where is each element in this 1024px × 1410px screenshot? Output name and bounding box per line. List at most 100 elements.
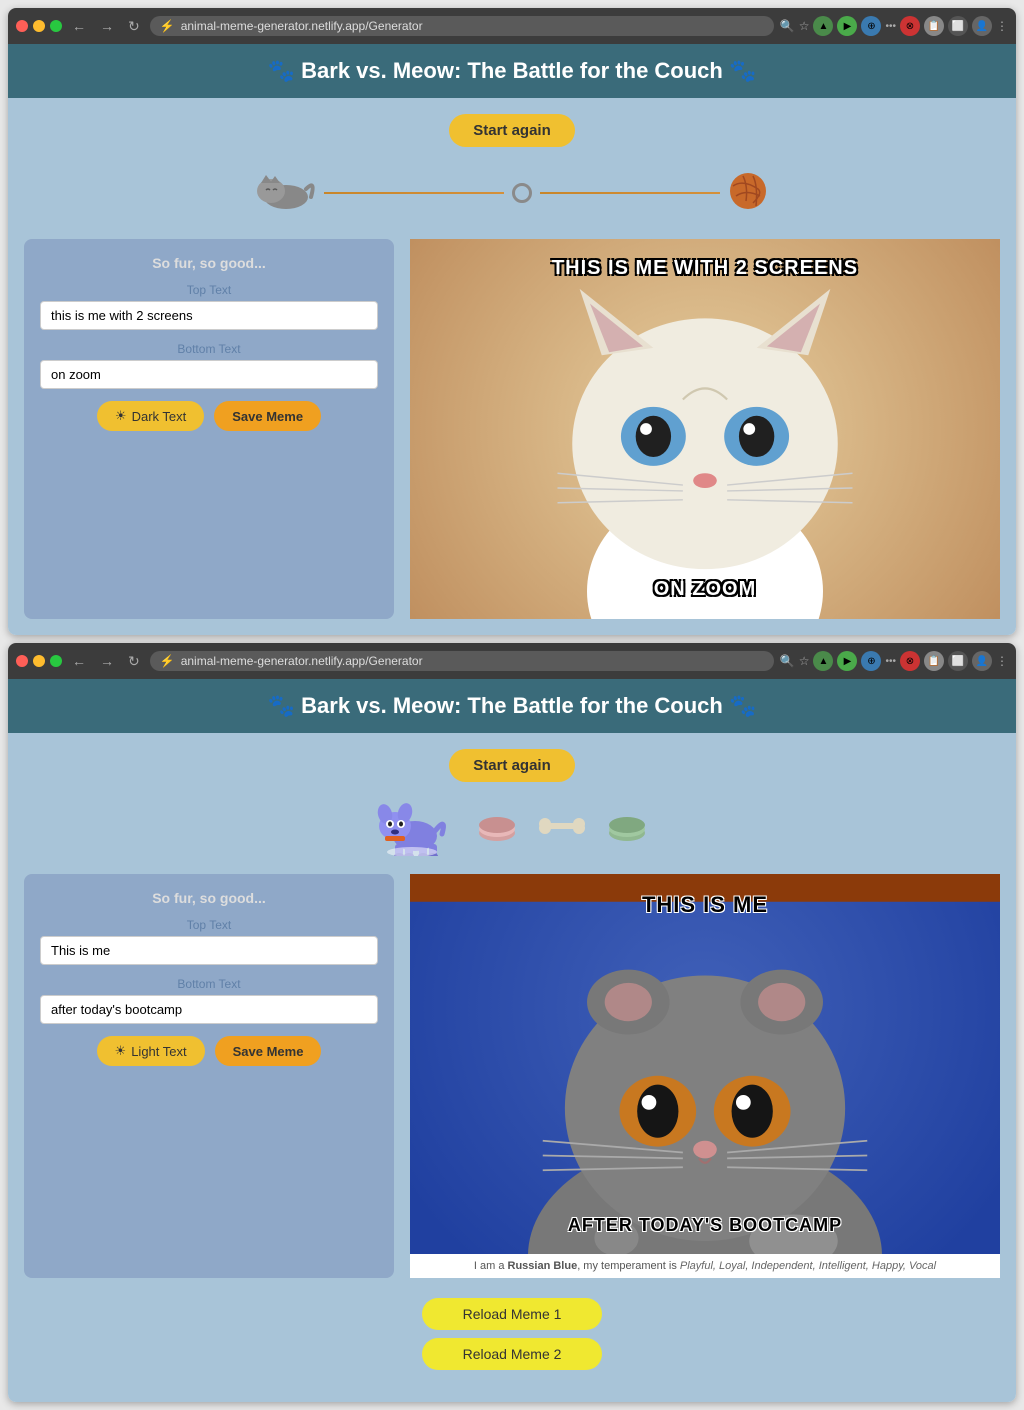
back-btn-2[interactable]: ← <box>68 651 90 671</box>
close-window-btn[interactable] <box>16 20 28 32</box>
url-text-2: animal-meme-generator.netlify.app/Genera… <box>181 654 423 668</box>
minimize-window-btn-2[interactable] <box>33 655 45 667</box>
app-body-2: Start again <box>8 733 1016 1402</box>
top-text-input-1[interactable] <box>40 301 378 330</box>
app-title-2: 🐾 Bark vs. Meow: The Battle for the Couc… <box>22 693 1002 719</box>
white-cat-bg: THIS IS ME WITH 2 SCREENS ON ZOOM <box>410 239 1000 619</box>
dog-decoration-area <box>24 798 1000 858</box>
content-area-2: So fur, so good... Top Text Bottom Text … <box>24 874 1000 1278</box>
bottom-text-group-2: Bottom Text <box>40 977 378 1024</box>
browser-actions-1: 🔍 ☆ ▲ ▶ ⊕ ••• ⊗ 📋 ⬜ 👤 ⋮ <box>780 16 1008 36</box>
bottom-text-input-1[interactable] <box>40 360 378 389</box>
animal-temperament: Playful, Loyal, Independent, Intelligent… <box>680 1260 936 1272</box>
window-controls <box>16 20 62 32</box>
maximize-window-btn[interactable] <box>50 20 62 32</box>
bookmark-icon-2[interactable]: ☆ <box>799 654 810 668</box>
refresh-btn-2[interactable]: ↻ <box>124 651 144 672</box>
form-panel-2: So fur, so good... Top Text Bottom Text … <box>24 874 394 1278</box>
start-again-btn-2[interactable]: Start again <box>449 749 575 782</box>
extension-icon-2-4[interactable]: ⊗ <box>900 651 920 671</box>
minimize-window-btn[interactable] <box>33 20 45 32</box>
meme2-top-text: THIS IS ME <box>410 884 1000 926</box>
extension-icon-3[interactable]: ⊕ <box>861 16 881 36</box>
extension-icon-2-6[interactable]: ⬜ <box>948 651 968 671</box>
extension-icon-1[interactable]: ▲ <box>813 16 833 36</box>
meme-container-1: THIS IS ME WITH 2 SCREENS ON ZOOM <box>410 239 1000 619</box>
top-text-group-1: Top Text <box>40 283 378 330</box>
url-text-1: animal-meme-generator.netlify.app/Genera… <box>181 19 423 33</box>
browser-window-1: ← → ↻ ⚡ animal-meme-generator.netlify.ap… <box>8 8 1016 635</box>
bottom-text-label-1: Bottom Text <box>40 342 378 356</box>
maximize-window-btn-2[interactable] <box>50 655 62 667</box>
form-buttons-2: ☀ Light Text Save Meme <box>40 1036 378 1066</box>
address-bar-2[interactable]: ⚡ animal-meme-generator.netlify.app/Gene… <box>150 651 774 671</box>
app-header-1: 🐾 Bark vs. Meow: The Battle for the Couc… <box>8 44 1016 98</box>
form-panel-1: So fur, so good... Top Text Bottom Text … <box>24 239 394 619</box>
more-options-icon[interactable]: ••• <box>885 21 896 32</box>
extension-icon-2-2[interactable]: ▶ <box>837 651 857 671</box>
bottom-text-group-1: Bottom Text <box>40 342 378 389</box>
profile-icon[interactable]: 👤 <box>972 16 992 36</box>
zoom-icon[interactable]: 🔍 <box>780 19 795 33</box>
extension-icon-2-1[interactable]: ▲ <box>813 651 833 671</box>
content-area-1: So fur, so good... Top Text Bottom Text … <box>24 239 1000 619</box>
yarn-ball-icon <box>728 171 768 216</box>
browser-window-2: ← → ↻ ⚡ animal-meme-generator.netlify.ap… <box>8 643 1016 1402</box>
sun-icon-1: ☀ <box>115 408 127 424</box>
bottom-text-label-2: Bottom Text <box>40 977 378 991</box>
app-title-1: 🐾 Bark vs. Meow: The Battle for the Couc… <box>22 58 1002 84</box>
dark-text-btn-1[interactable]: ☀ Dark Text <box>97 401 204 431</box>
reload-meme-1-btn[interactable]: Reload Meme 1 <box>422 1298 602 1330</box>
more-options-icon-2[interactable]: ••• <box>885 656 896 667</box>
ring-decoration <box>512 183 532 203</box>
address-bar-1[interactable]: ⚡ animal-meme-generator.netlify.app/Gene… <box>150 16 774 36</box>
extension-icon-2-3[interactable]: ⊕ <box>861 651 881 671</box>
start-again-btn-1[interactable]: Start again <box>449 114 575 147</box>
sun-icon-2: ☀ <box>115 1043 127 1059</box>
extension-icon-4[interactable]: ⊗ <box>900 16 920 36</box>
bookmark-icon[interactable]: ☆ <box>799 19 810 33</box>
reload-buttons-area: Reload Meme 1 Reload Meme 2 <box>24 1298 1000 1386</box>
save-meme-btn-1[interactable]: Save Meme <box>214 401 321 431</box>
light-text-btn-2[interactable]: ☀ Light Text <box>97 1036 205 1066</box>
form-subtitle-1: So fur, so good... <box>40 255 378 271</box>
bone-icon <box>537 816 587 841</box>
form-buttons-1: ☀ Dark Text Save Meme <box>40 401 378 431</box>
top-text-label-1: Top Text <box>40 283 378 297</box>
profile-icon-2[interactable]: 👤 <box>972 651 992 671</box>
yarn-line-2 <box>540 192 720 194</box>
start-again-container-1: Start again <box>24 114 1000 147</box>
save-meme-btn-2[interactable]: Save Meme <box>215 1036 322 1066</box>
bottom-text-input-2[interactable] <box>40 995 378 1024</box>
meme1-bottom-text: ON ZOOM <box>410 570 1000 609</box>
zoom-icon-2[interactable]: 🔍 <box>780 654 795 668</box>
forward-btn-2[interactable]: → <box>96 651 118 671</box>
sleeping-cat-icon <box>256 169 316 217</box>
top-text-label-2: Top Text <box>40 918 378 932</box>
app-header-2: 🐾 Bark vs. Meow: The Battle for the Couc… <box>8 679 1016 733</box>
meme1-top-text: THIS IS ME WITH 2 SCREENS <box>410 249 1000 288</box>
top-text-input-2[interactable] <box>40 936 378 965</box>
close-window-btn-2[interactable] <box>16 655 28 667</box>
forward-btn[interactable]: → <box>96 16 118 36</box>
back-btn[interactable]: ← <box>68 16 90 36</box>
dog-icon <box>377 796 457 861</box>
extension-icon-5[interactable]: 📋 <box>924 16 944 36</box>
app-body-1: Start again <box>8 98 1016 635</box>
meme-image-2: THIS IS ME AFTER TODAY'S BOOTCAMP <box>410 874 1000 1254</box>
bowl-icon-2 <box>607 811 647 846</box>
menu-dots-icon[interactable]: ⋮ <box>996 19 1008 33</box>
yarn-line-decoration <box>324 192 504 194</box>
grey-cat-bg: THIS IS ME AFTER TODAY'S BOOTCAMP <box>410 874 1000 1254</box>
menu-dots-icon-2[interactable]: ⋮ <box>996 654 1008 668</box>
bowl-icon <box>477 811 517 846</box>
extension-icon-2-5[interactable]: 📋 <box>924 651 944 671</box>
refresh-btn[interactable]: ↻ <box>124 16 144 37</box>
extension-icon-2[interactable]: ▶ <box>837 16 857 36</box>
site-icon-2: ⚡ <box>160 654 175 668</box>
cat-decoration-area <box>24 163 1000 223</box>
reload-meme-2-btn[interactable]: Reload Meme 2 <box>422 1338 602 1370</box>
start-again-container-2: Start again <box>24 749 1000 782</box>
window-controls-2 <box>16 655 62 667</box>
extension-icon-6[interactable]: ⬜ <box>948 16 968 36</box>
